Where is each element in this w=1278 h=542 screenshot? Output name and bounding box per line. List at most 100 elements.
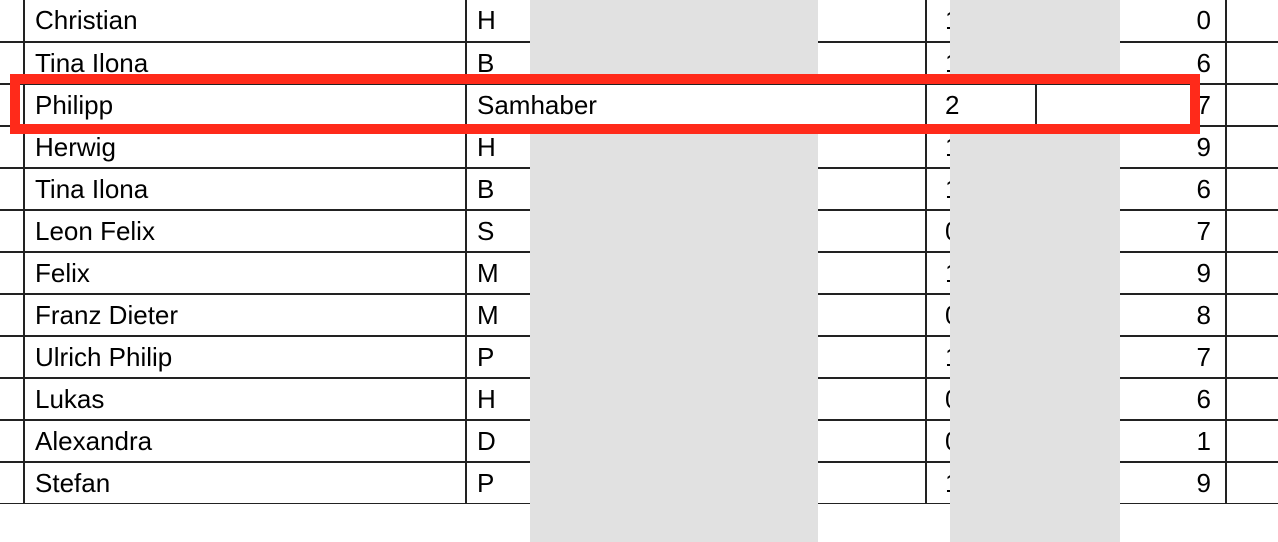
num2-value: 7 <box>1197 216 1215 247</box>
last-name-value: H <box>477 132 496 163</box>
cell-num-1: 1 <box>926 0 1036 42</box>
cell-num-1: 0 <box>926 294 1036 336</box>
last-name-value: M <box>477 300 499 331</box>
first-name-value: Herwig <box>35 132 116 163</box>
row-margin <box>0 168 24 210</box>
table-row: Stefan P 1 9 <box>0 462 1278 504</box>
cell-num-2: 7 <box>1036 210 1226 252</box>
cell-trailing <box>1226 210 1278 252</box>
last-name-value: P <box>477 342 494 373</box>
row-margin <box>0 84 24 126</box>
cell-trailing <box>1226 378 1278 420</box>
row-margin <box>0 294 24 336</box>
cell-num-1: 1 <box>926 336 1036 378</box>
table-row: Felix M 1 9 <box>0 252 1278 294</box>
cell-trailing <box>1226 294 1278 336</box>
cell-num-2: 9 <box>1036 462 1226 504</box>
cell-first-name: Ulrich Philip <box>24 336 466 378</box>
cell-num-2: 9 <box>1036 126 1226 168</box>
cell-num-1: 1 <box>926 462 1036 504</box>
cell-num-2: 6 <box>1036 42 1226 84</box>
cell-first-name: Alexandra <box>24 420 466 462</box>
cell-num-2: 9 <box>1036 252 1226 294</box>
cell-trailing <box>1226 462 1278 504</box>
cell-num-1: 2 <box>926 84 1036 126</box>
cell-num-2: 8 <box>1036 294 1226 336</box>
cell-trailing <box>1226 84 1278 126</box>
last-name-value: D <box>477 426 496 457</box>
cell-num-1: 1 <box>926 126 1036 168</box>
num1-value: 1 <box>937 342 959 373</box>
first-name-value: Christian <box>35 5 138 36</box>
table-row: Christian H 1 0 <box>0 0 1278 42</box>
num1-value: 2 <box>937 90 959 121</box>
first-name-value: Felix <box>35 258 90 289</box>
cell-num-2: 6 <box>1036 168 1226 210</box>
cell-first-name: Christian <box>24 0 466 42</box>
first-name-value: Philipp <box>35 90 113 121</box>
first-name-value: Stefan <box>35 468 110 499</box>
last-name-value: S <box>477 216 494 247</box>
cell-first-name: Leon Felix <box>24 210 466 252</box>
num1-value: 0 <box>937 216 959 247</box>
num2-value: 1 <box>1197 426 1215 457</box>
num1-value: 1 <box>937 48 959 79</box>
num2-value: 7 <box>1197 90 1215 121</box>
num1-value: 1 <box>937 132 959 163</box>
num2-value: 8 <box>1197 300 1215 331</box>
cell-last-name: B <box>466 42 926 84</box>
num1-value: 1 <box>937 174 959 205</box>
cell-num-2: 0 <box>1036 0 1226 42</box>
last-name-value: Samhaber <box>477 90 597 121</box>
cell-num-2: 1 <box>1036 420 1226 462</box>
cell-last-name: P <box>466 462 926 504</box>
row-margin <box>0 42 24 84</box>
cell-num-1: 1 <box>926 168 1036 210</box>
cell-first-name: Herwig <box>24 126 466 168</box>
cell-last-name: H <box>466 378 926 420</box>
row-margin <box>0 252 24 294</box>
cell-last-name: S <box>466 210 926 252</box>
row-margin <box>0 0 24 42</box>
cell-trailing <box>1226 420 1278 462</box>
cell-trailing <box>1226 168 1278 210</box>
cell-first-name: Tina Ilona <box>24 42 466 84</box>
table-row: Tina Ilona B 1 6 <box>0 42 1278 84</box>
row-margin <box>0 378 24 420</box>
cell-last-name: M <box>466 252 926 294</box>
table-row: Philipp Samhaber 2 7 <box>0 84 1278 126</box>
last-name-value: B <box>477 174 494 205</box>
row-margin <box>0 210 24 252</box>
row-margin <box>0 462 24 504</box>
num2-value: 6 <box>1197 174 1215 205</box>
table-row: Lukas H 0 6 <box>0 378 1278 420</box>
row-margin <box>0 126 24 168</box>
first-name-value: Tina Ilona <box>35 48 148 79</box>
num1-value: 0 <box>937 426 959 457</box>
cell-num-2: 7 <box>1036 336 1226 378</box>
num2-value: 7 <box>1197 342 1215 373</box>
last-name-value: H <box>477 384 496 415</box>
row-margin <box>0 420 24 462</box>
table-row: Franz Dieter M 0 8 <box>0 294 1278 336</box>
num1-value: 1 <box>937 5 959 36</box>
cell-trailing <box>1226 126 1278 168</box>
cell-first-name: Philipp <box>24 84 466 126</box>
cell-last-name: M <box>466 294 926 336</box>
cell-trailing <box>1226 0 1278 42</box>
num2-value: 9 <box>1197 468 1215 499</box>
cell-num-1: 0 <box>926 378 1036 420</box>
last-name-value: P <box>477 468 494 499</box>
table-row: Ulrich Philip P 1 7 <box>0 336 1278 378</box>
first-name-value: Lukas <box>35 384 104 415</box>
cell-trailing <box>1226 252 1278 294</box>
row-margin <box>0 336 24 378</box>
data-table: Christian H 1 0 Tina Ilona B 1 6 Philipp… <box>0 0 1278 504</box>
last-name-value: H <box>477 5 496 36</box>
table-row: Alexandra D 0 1 <box>0 420 1278 462</box>
first-name-value: Alexandra <box>35 426 152 457</box>
first-name-value: Ulrich Philip <box>35 342 172 373</box>
cell-num-2: 7 <box>1036 84 1226 126</box>
cell-last-name: Samhaber <box>466 84 926 126</box>
num2-value: 0 <box>1197 5 1215 36</box>
